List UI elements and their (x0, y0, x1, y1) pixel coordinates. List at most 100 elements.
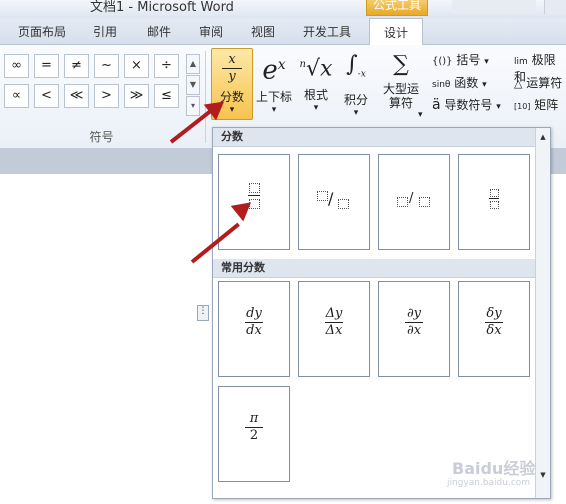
fraction-icon: xy (212, 53, 252, 84)
denominator: ∂x (406, 323, 422, 338)
numerator-placeholder (397, 197, 408, 207)
slash-icon: / (409, 191, 414, 206)
bracket-icon: {()} (432, 56, 453, 67)
accent-button[interactable]: ä 导数符号 ▾ (432, 96, 501, 113)
operator-button[interactable]: △ 运算符 (514, 74, 562, 91)
denominator: Δx (325, 323, 343, 338)
numerator: dy (246, 306, 262, 321)
matrix-icon: [10] (514, 102, 531, 111)
radical-button[interactable]: n√x 根式 ▾ (298, 48, 334, 113)
common-fraction-pi-over-2[interactable]: π 2 (218, 386, 290, 482)
large-operator-button-label: 大型运算符 (382, 82, 419, 110)
script-icon: ex (262, 55, 286, 86)
gallery-scrollbar[interactable]: ▲ ▼ (535, 128, 550, 498)
layout-options-icon[interactable]: ⋮ (197, 305, 209, 321)
common-fraction-partial-y-partial-x[interactable]: ∂y ∂x (378, 281, 450, 377)
fraction-bar (248, 195, 260, 196)
symbol-greater-than[interactable]: > (94, 84, 119, 108)
operator-icon: △ (514, 77, 523, 90)
fraction-stacked-option[interactable] (218, 154, 290, 250)
script-button-label: 上下标 (255, 89, 292, 104)
symbol-tilde[interactable]: ~ (94, 54, 119, 78)
radical-icon: n√x (299, 56, 333, 82)
fraction-bar (489, 198, 499, 199)
watermark-logo: Baidu经验 (452, 459, 536, 478)
fraction-gallery-dropdown: 分数 / / 常用分数 dy dx Δy Δx ∂y ∂x δy δx π 2 … (212, 127, 551, 499)
numerator-placeholder (317, 191, 328, 201)
common-fraction-delta-y-delta-x[interactable]: Δy Δx (298, 281, 370, 377)
symbol-times[interactable]: × (124, 54, 149, 78)
fraction-skewed-option[interactable]: / (298, 154, 370, 250)
symbol-less-equal[interactable]: ≤ (154, 84, 179, 108)
title-search-box[interactable] (452, 0, 536, 14)
symbol-gallery-scroll: ▲ ▼ ▾ (186, 54, 200, 116)
ribbon-tabs: 页面布局 引用 邮件 审阅 视图 开发工具 设计 (0, 18, 566, 45)
denominator-placeholder (338, 199, 349, 209)
tab-page-layout[interactable]: 页面布局 (18, 23, 66, 40)
denominator-placeholder (490, 201, 499, 209)
integral-icon: ∫-x (346, 52, 366, 80)
watermark-url: jingyan.baidu.com (447, 478, 531, 488)
bracket-button-label: 括号 (456, 53, 481, 67)
window-title: 文档1 - Microsoft Word (90, 0, 234, 15)
bracket-button[interactable]: {()} 括号 ▾ (432, 51, 489, 68)
tab-references[interactable]: 引用 (93, 23, 117, 40)
symbol-equals[interactable]: = (34, 54, 59, 78)
gallery-more-icon[interactable]: ▾ (186, 96, 200, 116)
numerator: Δy (325, 306, 343, 321)
fraction-small-option[interactable] (458, 154, 530, 250)
denominator: δx (486, 323, 502, 338)
symbol-less-than[interactable]: < (34, 84, 59, 108)
title-bar: 文档1 - Microsoft Word 公式工具 (0, 0, 566, 18)
integral-button-label: 积分 (343, 93, 368, 108)
function-button[interactable]: sinθ 函数 ▾ (432, 74, 487, 91)
large-operator-button[interactable]: ∑ 大型运算符 ▾ (378, 48, 424, 120)
symbol-divide[interactable]: ÷ (154, 54, 179, 78)
scroll-up-icon[interactable]: ▲ (186, 54, 200, 74)
tab-view[interactable]: 视图 (251, 23, 275, 40)
window-control-button[interactable] (544, 0, 566, 14)
common-fraction-dy-dx[interactable]: dy dx (218, 281, 290, 377)
scroll-up-icon[interactable]: ▲ (536, 130, 550, 144)
symbol-proportional[interactable]: ∝ (4, 84, 29, 108)
section-header-fraction: 分数 (213, 128, 543, 147)
numerator-placeholder (249, 183, 260, 193)
tab-review[interactable]: 审阅 (199, 23, 223, 40)
chevron-down-icon: ▾ (313, 103, 319, 114)
symbol-infinity[interactable]: ∞ (4, 54, 29, 78)
group-separator (205, 51, 206, 143)
symbol-much-greater[interactable]: ≫ (124, 84, 149, 108)
fraction-linear-option[interactable]: / (378, 154, 450, 250)
numerator-placeholder (490, 189, 499, 197)
tab-design[interactable]: 设计 (369, 18, 424, 45)
tab-mailings[interactable]: 邮件 (147, 23, 171, 40)
accent-icon: ä (432, 97, 441, 113)
accent-button-label: 导数符号 (444, 98, 493, 112)
function-button-label: 函数 (454, 76, 479, 90)
section-header-common-fractions: 常用分数 (213, 259, 543, 278)
limit-icon: lim (514, 57, 528, 67)
integral-button[interactable]: ∫-x 积分 ▾ (338, 48, 374, 118)
chevron-down-icon: ▾ (353, 108, 359, 119)
function-icon: sinθ (432, 80, 451, 90)
numerator: ∂y (406, 306, 422, 321)
matrix-button-label: 矩阵 (534, 98, 559, 112)
chevron-down-icon: ▾ (484, 57, 489, 67)
symbol-much-less[interactable]: ≪ (64, 84, 89, 108)
script-button[interactable]: ex 上下标 ▾ (255, 48, 293, 115)
slash-icon: / (328, 189, 334, 208)
matrix-button[interactable]: [10] 矩阵 (514, 96, 558, 113)
chevron-down-icon: ▾ (418, 110, 423, 120)
chevron-down-icon: ▾ (482, 80, 487, 90)
radical-button-label: 根式 (303, 88, 328, 103)
chevron-down-icon: ▾ (496, 102, 501, 112)
large-operator-icon: ∑ (393, 52, 409, 77)
denominator-placeholder (419, 197, 430, 207)
numerator: δy (486, 306, 502, 321)
context-tab-equation-tools[interactable]: 公式工具 (366, 0, 428, 16)
symbol-not-equal[interactable]: ≠ (64, 54, 89, 78)
common-fraction-small-delta-y-x[interactable]: δy δx (458, 281, 530, 377)
scroll-down-icon[interactable]: ▼ (536, 468, 550, 482)
tab-developer[interactable]: 开发工具 (303, 23, 351, 40)
scroll-down-icon[interactable]: ▼ (186, 75, 200, 95)
